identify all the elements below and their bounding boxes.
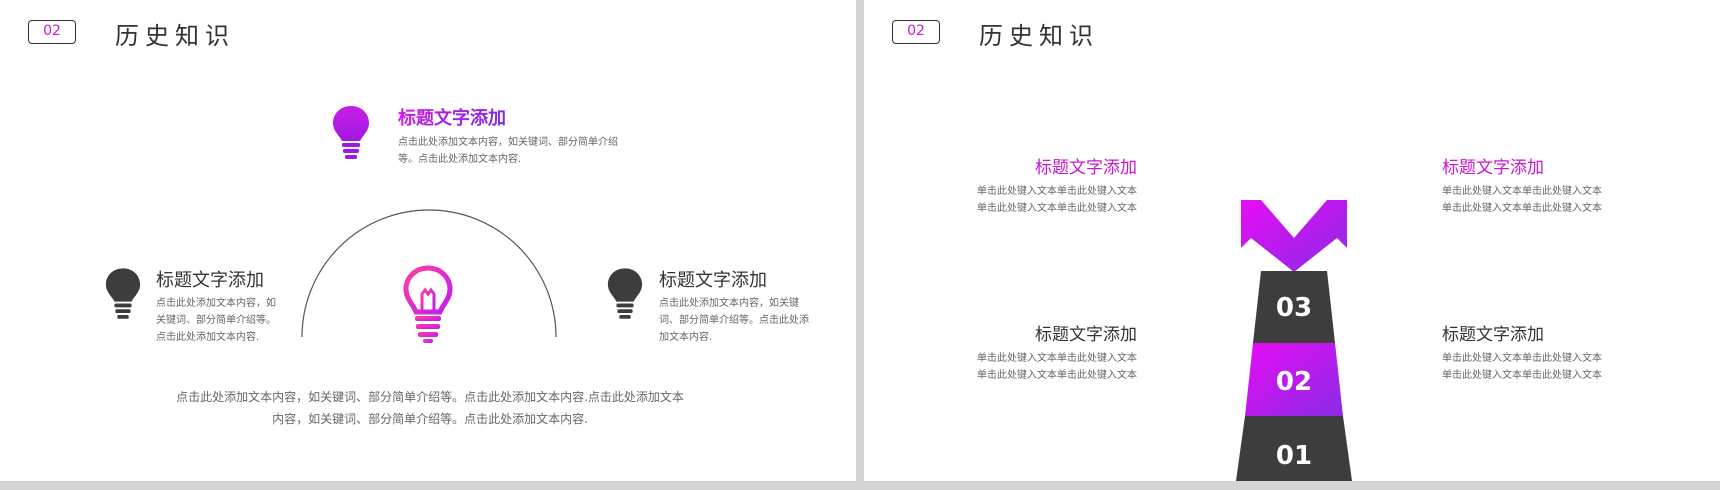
- item-desc-bottom-right: 单击此处键入文本单击此处键入文本 单击此处键入文本单击此处键入文本: [1442, 353, 1602, 381]
- item-title-bottom-left: 标题文字添加: [1035, 325, 1137, 345]
- bottom-text: 点击此处添加文本内容，如关键词、部分简单介绍等。点击此处添加文本内容.点击此处添…: [176, 390, 684, 426]
- level-03-label: 03: [1276, 293, 1312, 323]
- slide-left: 02 历史知识 标题文字添加 点击此处添加文本内容，如关键词、部分简单介绍等。点…: [0, 0, 856, 481]
- item-title-top-left: 标题文字添加: [1035, 158, 1137, 178]
- right-item-desc: 点击此处添加文本内容，如关键词、部分简单介绍等。点击此处添加文本内容.: [659, 298, 809, 343]
- lightbulb-icon: [105, 268, 141, 319]
- item-title-top-right: 标题文字添加: [1442, 158, 1544, 178]
- slide-title: 历史知识: [115, 22, 235, 50]
- lightbulb-icon: [607, 268, 643, 319]
- top-item-desc: 点击此处添加文本内容，如关键词、部分简单介绍等。点击此处添加文本内容.: [398, 137, 618, 165]
- level-diagram: 03 02 01: [1236, 200, 1352, 481]
- slide-title: 历史知识: [979, 22, 1099, 50]
- level-01-label: 01: [1276, 441, 1312, 471]
- top-item-title: 标题文字添加: [398, 104, 506, 130]
- item-desc-bottom-left: 单击此处键入文本单击此处键入文本 单击此处键入文本单击此处键入文本: [977, 353, 1137, 381]
- section-badge: 02: [892, 20, 940, 44]
- lightbulb-icon: [333, 106, 369, 159]
- item-desc-top-right: 单击此处键入文本单击此处键入文本 单击此处键入文本单击此处键入文本: [1442, 186, 1602, 214]
- section-badge: 02: [28, 20, 76, 44]
- left-item-title: 标题文字添加: [156, 270, 264, 291]
- split-arrow-icon: [1241, 200, 1347, 272]
- slide-right: 02 历史知识 标题文字添加 单击此处键入文本单击此处键入文本 单击此处键入文本…: [864, 0, 1720, 481]
- level-02-label: 02: [1276, 367, 1312, 397]
- lightbulb-outline-icon: [403, 265, 453, 343]
- right-item-title: 标题文字添加: [659, 270, 767, 291]
- left-item-desc: 点击此处添加文本内容，如关键词、部分简单介绍等。点击此处添加文本内容.: [156, 298, 276, 343]
- item-title-bottom-right: 标题文字添加: [1442, 325, 1544, 345]
- item-desc-top-left: 单击此处键入文本单击此处键入文本 单击此处键入文本单击此处键入文本: [977, 186, 1137, 214]
